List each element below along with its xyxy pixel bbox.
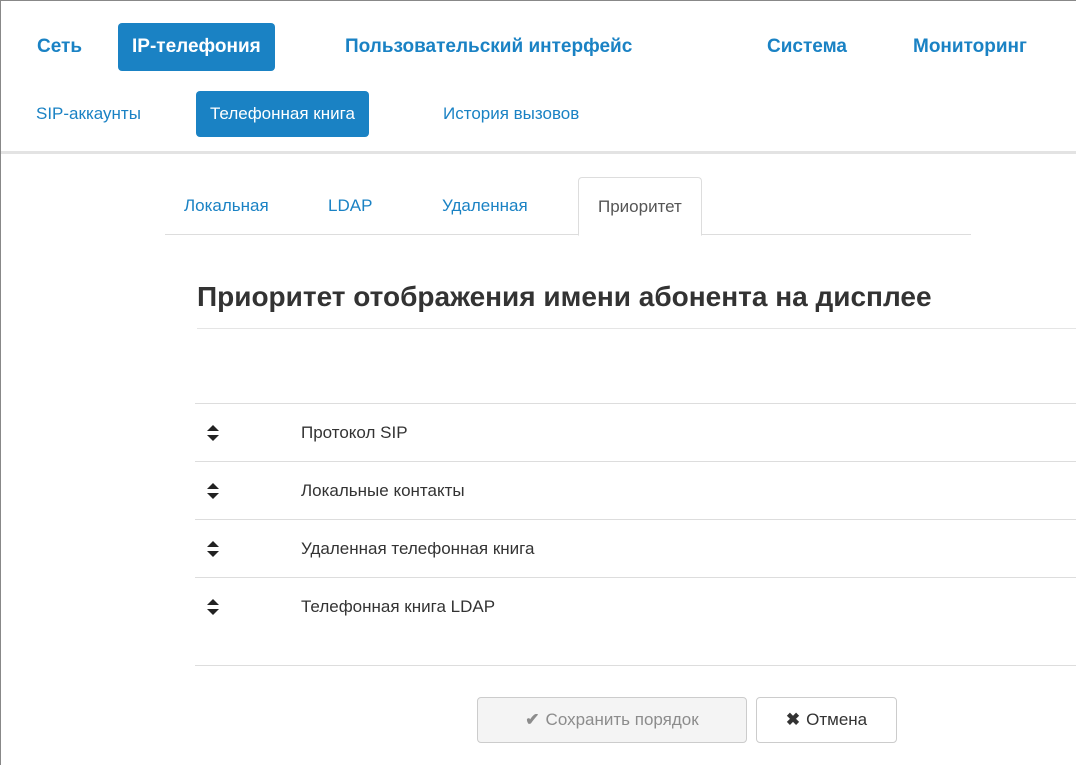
phonebook-tabs: Локальная LDAP Удаленная Приоритет [165, 177, 971, 236]
title-rule [197, 328, 1076, 329]
priority-item[interactable]: Протокол SIP [195, 403, 1076, 461]
check-icon: ✔ [525, 710, 540, 729]
main-nav-monitoring[interactable]: Мониторинг [899, 23, 1041, 71]
priority-item-label: Локальные контакты [301, 481, 465, 500]
priority-item-label: Телефонная книга LDAP [301, 597, 496, 616]
tab-local[interactable]: Локальная [184, 177, 269, 235]
close-icon: ✖ [785, 710, 801, 729]
list-end-rule [195, 665, 1076, 666]
sub-nav-call-history[interactable]: История вызовов [429, 91, 593, 137]
tab-ldap[interactable]: LDAP [328, 177, 372, 235]
main-nav-ip-telephony[interactable]: IP-телефония [118, 23, 275, 71]
tab-priority[interactable]: Приоритет [578, 177, 702, 236]
priority-item[interactable]: Телефонная книга LDAP [195, 577, 1076, 635]
priority-list: Протокол SIP Локальные контакты Удаленна… [195, 403, 1076, 635]
save-order-button[interactable]: ✔ Сохранить порядок [477, 697, 747, 743]
main-nav-user-interface[interactable]: Пользовательский интерфейс [331, 23, 646, 71]
sub-nav-phonebook[interactable]: Телефонная книга [196, 91, 369, 137]
sort-handle-icon[interactable] [206, 481, 220, 501]
priority-item-label: Протокол SIP [301, 423, 408, 442]
main-nav-system[interactable]: Система [753, 23, 861, 71]
priority-item-label: Удаленная телефонная книга [301, 539, 535, 558]
sort-handle-icon[interactable] [206, 539, 220, 559]
section-title: Приоритет отображения имени абонента на … [197, 281, 932, 312]
sort-handle-icon[interactable] [206, 597, 220, 617]
sort-handle-icon[interactable] [206, 423, 220, 443]
priority-item[interactable]: Удаленная телефонная книга [195, 519, 1076, 577]
main-nav: Сеть IP-телефония Пользовательский интер… [1, 23, 1076, 71]
save-order-label: Сохранить порядок [545, 710, 699, 729]
sub-nav-sip-accounts[interactable]: SIP-аккаунты [22, 91, 155, 137]
main-nav-network[interactable]: Сеть [23, 23, 96, 71]
priority-item[interactable]: Локальные контакты [195, 461, 1076, 519]
cancel-button[interactable]: ✖ Отмена [756, 697, 897, 743]
sub-nav: SIP-аккаунты Телефонная книга История вы… [1, 91, 1076, 137]
tab-remote[interactable]: Удаленная [442, 177, 528, 235]
nav-divider [1, 151, 1076, 154]
cancel-label: Отмена [806, 710, 868, 729]
